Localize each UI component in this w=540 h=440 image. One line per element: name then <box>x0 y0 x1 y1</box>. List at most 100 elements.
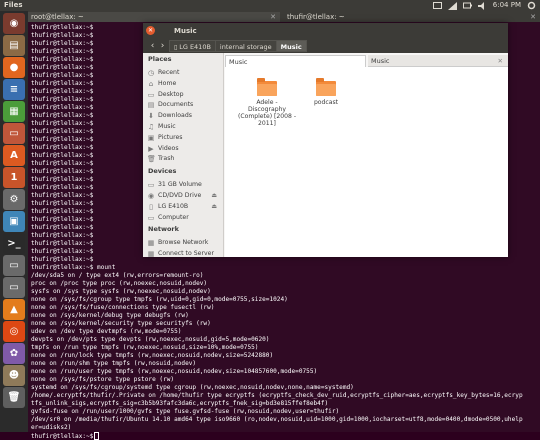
keyboard-icon[interactable] <box>432 1 442 10</box>
terminal-tab-root[interactable]: root@tlellax: ~ ✕ <box>28 12 280 22</box>
terminal-line: tfs_unlink_sigs,ecryptfs_sig=c3b5b93fafc… <box>31 400 539 408</box>
top-panel: Files 6:04 PM <box>0 0 540 11</box>
file-view[interactable]: Adele - Discography (Complete) [2008 - 2… <box>225 67 508 257</box>
terminal-line-text: thufir@tlellax:~$ <box>31 160 94 167</box>
terminal-line-text: thufir@tlellax:~$ <box>31 184 94 191</box>
forward-button[interactable]: › <box>157 40 168 52</box>
network-icon: ▦ <box>147 239 155 248</box>
sidebar-item-documents[interactable]: ▤ Documents <box>147 99 221 110</box>
folder-item-podcast[interactable]: podcast <box>296 78 356 106</box>
launcher-drive-1[interactable]: ▭ <box>3 255 25 276</box>
terminal-line-text: sysfs on /sys type sysfs (rw,noexec,nosu… <box>31 288 211 295</box>
sidebar-item-label: Documents <box>158 101 194 109</box>
eject-icon[interactable]: ⏏ <box>211 201 217 212</box>
gear-icon[interactable] <box>527 1 536 10</box>
sidebar-item-cd-dvd-drive[interactable]: ◉ CD/DVD Drive ⏏ <box>147 190 221 201</box>
launcher-files[interactable]: ▤ <box>3 35 25 56</box>
view-tab-music-2[interactable]: Music ✕ <box>368 55 508 67</box>
close-window-button[interactable]: ✕ <box>146 26 155 35</box>
firefox-icon: ● <box>9 62 19 73</box>
launcher-software-center[interactable]: A <box>3 145 25 166</box>
terminal-line-text: thufir@tlellax:~$ <box>31 24 94 31</box>
sidebar-item-label: Music <box>158 123 176 130</box>
crumb-music[interactable]: Music <box>276 40 307 52</box>
close-icon[interactable]: ✕ <box>530 12 536 22</box>
terminal-tab-thufir[interactable]: thufir@tlellax: ~ ✕ <box>284 12 540 22</box>
close-icon[interactable]: ✕ <box>270 12 276 22</box>
sidebar-item-trash[interactable]: 🗑 Trash <box>147 153 221 164</box>
sidebar-item-connect-to-server[interactable]: ▦ Connect to Server <box>147 248 221 259</box>
terminal-line-text: tmpfs on /run type tmpfs (rw,noexec,nosu… <box>31 344 259 351</box>
launcher-trash[interactable]: 🗑 <box>3 387 25 408</box>
launcher-drive-2[interactable]: ▭ <box>3 277 25 298</box>
sidebar-item-downloads[interactable]: ⬇ Downloads <box>147 110 221 121</box>
file-manager-body: Places ◷ Recent ⌂ Home ▭ Desktop ▤ Documents ⬇ Dow… <box>143 53 508 259</box>
terminal-line: none on /sys/fs/fuse/connections type fu… <box>31 304 539 312</box>
sidebar-item-pictures[interactable]: ▣ Pictures <box>147 132 221 143</box>
launcher-calc[interactable]: ▦ <box>3 101 25 122</box>
terminal-line-text: thufir@tlellax:~$ <box>31 136 94 143</box>
sidebar-item-desktop[interactable]: ▭ Desktop <box>147 89 221 100</box>
sidebar-header-places: Places <box>148 55 172 63</box>
folder-item-adele[interactable]: Adele - Discography (Complete) [2008 - 2… <box>237 78 297 127</box>
sidebar-item-31-gb-volume[interactable]: ▭ 31 GB Volume <box>147 179 221 190</box>
terminal-line-text: thufir@tlellax:~$ <box>31 88 94 95</box>
desktop-icon: ▭ <box>147 90 155 99</box>
clock[interactable]: 6:04 PM <box>493 0 521 11</box>
terminal-line: none on /sys/kernel/debug type debugfs (… <box>31 312 539 320</box>
terminal-line-text: thufir@tlellax:~$ mount <box>31 264 116 271</box>
launcher-image-viewer[interactable]: ▣ <box>3 211 25 232</box>
launcher-writer[interactable]: ≡ <box>3 79 25 100</box>
sidebar-item-computer[interactable]: ▭ Computer <box>147 212 221 223</box>
terminal-line-text: thufir@tlellax:~$ <box>31 56 94 63</box>
terminal-line-text: thufir@tlellax:~$ <box>31 48 94 55</box>
title-bar[interactable]: ✕ Music <box>143 23 508 39</box>
terminal-line: sysfs on /sys type sysfs (rw,noexec,nosu… <box>31 288 539 296</box>
terminal-line: tmpfs on /run type tmpfs (rw,noexec,nosu… <box>31 344 539 352</box>
sidebar-item-recent[interactable]: ◷ Recent <box>147 67 221 78</box>
terminal-line: devpts on /dev/pts type devpts (rw,noexe… <box>31 336 539 344</box>
launcher-vlc[interactable]: ▲ <box>3 299 25 320</box>
crumb-internal-storage[interactable]: internal storage <box>215 40 277 52</box>
launcher-impress[interactable]: ▭ <box>3 123 25 144</box>
launcher-ubuntu-logo[interactable]: ◎ <box>3 321 25 342</box>
launcher-firefox[interactable]: ● <box>3 57 25 78</box>
file-manager-window: ✕ Music ‹ › ▯ LG E410B internal storage … <box>143 23 508 259</box>
terminal-line-text: thufir@tlellax:~$ <box>31 64 94 71</box>
launcher-dash[interactable]: ◉ <box>3 13 25 34</box>
launcher-terminal[interactable]: >_ <box>3 233 25 254</box>
sidebar-item-videos[interactable]: ▶ Videos <box>147 143 221 154</box>
terminal-line-text: gvfsd-fuse on /run/user/1000/gvfs type f… <box>31 408 340 415</box>
drive-2-icon: ▭ <box>9 282 19 293</box>
sidebar-item-music[interactable]: ♫ Music <box>147 121 221 132</box>
volume-icon[interactable] <box>477 1 487 10</box>
trash-icon: 🗑 <box>7 392 21 403</box>
sidebar-item-label: Trash <box>158 155 175 163</box>
terminal-line-text: thufir@tlellax:~$ <box>31 112 94 119</box>
close-icon[interactable]: ✕ <box>498 55 503 67</box>
view-tab-music-1[interactable]: Music <box>225 55 366 67</box>
sidebar-item-home[interactable]: ⌂ Home <box>147 78 221 89</box>
downloads-icon: ⬇ <box>148 112 154 121</box>
toolbar: ‹ › ▯ LG E410B internal storage Music <box>143 39 508 53</box>
terminal-line-text: thufir@tlellax:~$ <box>31 32 94 39</box>
sidebar-item-lg-e410b[interactable]: ▯ LG E410B ⏏ <box>147 201 221 212</box>
network-icon[interactable] <box>447 1 457 10</box>
sidebar-item-label: Connect to Server <box>158 250 215 258</box>
terminal-line-text: thufir@tlellax:~$ <box>31 104 94 111</box>
terminal-line-text: /dev/sda5 on / type ext4 (rw,errors=remo… <box>31 272 204 279</box>
terminal-line-text: er=udisks2) <box>31 424 72 431</box>
sidebar-item-browse-network[interactable]: ▦ Browse Network <box>147 237 221 248</box>
eject-icon[interactable]: ⏏ <box>211 190 217 201</box>
terminal-line-text: devpts on /dev/pts type devpts (rw,noexe… <box>31 336 270 343</box>
launcher-gimp[interactable]: ☻ <box>3 365 25 386</box>
terminal-line-text: /dev/sr0 on /media/thufir/Ubuntu 14.10 a… <box>31 416 523 423</box>
launcher-pidgin[interactable]: ✿ <box>3 343 25 364</box>
crumb-device[interactable]: ▯ LG E410B <box>169 40 216 52</box>
battery-icon[interactable] <box>462 1 472 10</box>
launcher-ubuntu-one[interactable]: 1 <box>3 167 25 188</box>
terminal-icon: >_ <box>7 238 21 249</box>
launcher-settings[interactable]: ⚙ <box>3 189 25 210</box>
terminal-line-text: thufir@tlellax:~$ <box>31 176 94 183</box>
terminal-line: none on /run/lock type tmpfs (rw,noexec,… <box>31 352 539 360</box>
